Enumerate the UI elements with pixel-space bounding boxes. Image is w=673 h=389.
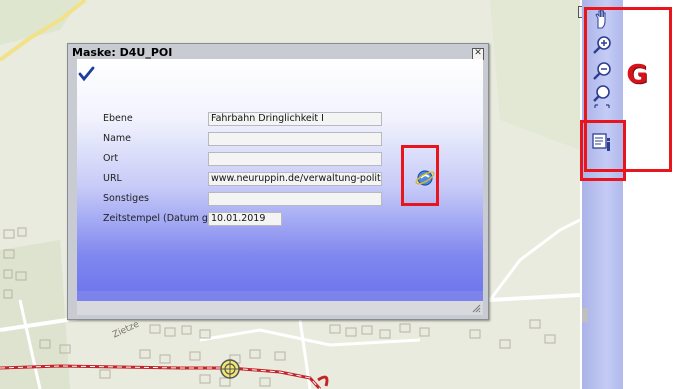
dialog-footer bbox=[77, 301, 483, 315]
dialog-title: Maske: D4U_POI bbox=[72, 46, 173, 59]
toolbar-scroll-handle[interactable] bbox=[582, 308, 588, 322]
field-label-zeitstempel: Zeitstempel (Datum ge bbox=[103, 213, 214, 224]
url-field[interactable]: www.neuruppin.de/verwaltung-politik/buer bbox=[208, 172, 382, 186]
annotation-info-tool-highlight bbox=[580, 120, 626, 181]
field-label-ort: Ort bbox=[103, 153, 119, 164]
ebene-field[interactable]: Fahrbahn Dringlichkeit I bbox=[208, 112, 382, 126]
annotation-letter-marker: G bbox=[623, 61, 651, 89]
ort-field[interactable] bbox=[208, 152, 382, 166]
field-label-ebene: Ebene bbox=[103, 113, 133, 124]
annotation-letter: G bbox=[626, 60, 648, 90]
save-checkmark-icon[interactable] bbox=[78, 66, 96, 82]
field-label-sonstiges: Sonstiges bbox=[103, 193, 150, 204]
sonstiges-field[interactable] bbox=[208, 192, 382, 206]
annotation-url-icon-highlight bbox=[401, 145, 439, 206]
zeitstempel-field[interactable]: 10.01.2019 bbox=[208, 212, 282, 226]
resize-grip-icon[interactable] bbox=[471, 303, 481, 313]
field-label-url: URL bbox=[103, 173, 122, 184]
field-label-name: Name bbox=[103, 133, 132, 144]
dialog-status-strip bbox=[77, 291, 483, 301]
poi-marker-icon[interactable] bbox=[219, 358, 241, 380]
name-field[interactable] bbox=[208, 132, 382, 146]
